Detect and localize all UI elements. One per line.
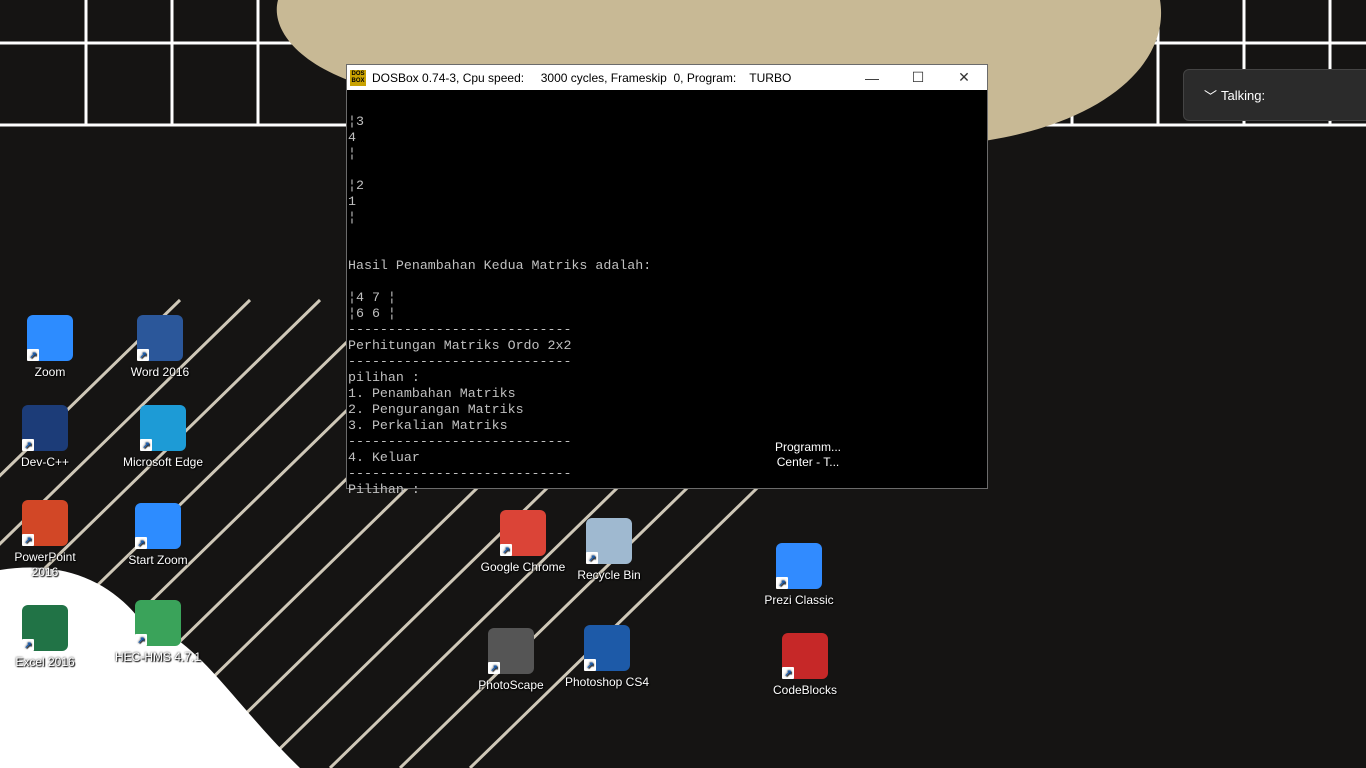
talking-indicator[interactable]: ﹀ Talking: bbox=[1183, 69, 1366, 121]
desktop-icon-label: Zoom bbox=[34, 365, 66, 379]
desktop-icon[interactable]: Zoom bbox=[5, 315, 95, 380]
terminal-line: 2. Pengurangan Matriks bbox=[348, 402, 524, 417]
desktop-icon[interactable]: Prezi Classic bbox=[754, 543, 844, 608]
terminal-line: ¦ bbox=[348, 210, 356, 225]
desktop-icon[interactable]: Photoshop CS4 bbox=[562, 625, 652, 690]
desktop-icon-label: Start Zoom bbox=[128, 553, 188, 567]
desktop-icon-label: CodeBlocks bbox=[772, 683, 838, 697]
terminal-line: 1 bbox=[348, 194, 356, 209]
terminal-line: ¦3 bbox=[348, 114, 364, 129]
terminal-line: ---------------------------- bbox=[348, 434, 572, 449]
prezi-icon bbox=[776, 543, 822, 589]
terminal-line: 1. Penambahan Matriks bbox=[348, 386, 516, 401]
dosbox-icon: DOS BOX bbox=[350, 69, 366, 86]
desktop-icon[interactable]: HEC-HMS 4.7.1 bbox=[113, 600, 203, 665]
desktop-icon-label: HEC-HMS 4.7.1 bbox=[114, 650, 202, 664]
terminal-line: ---------------------------- bbox=[348, 322, 572, 337]
desktop-icon-label: Prezi Classic bbox=[764, 593, 834, 607]
desktop-icon-label: Recycle Bin bbox=[577, 568, 641, 582]
desktop-icon-label: Dev-C++ bbox=[20, 455, 70, 469]
devcpp-icon bbox=[22, 405, 68, 451]
photoscape-icon bbox=[488, 628, 534, 674]
terminal-output[interactable]: ¦3 4 ¦ ¦2 1 ¦ Hasil Penambahan Kedua Matriks a… bbox=[347, 90, 987, 498]
terminal-line: ¦4 7 ¦ bbox=[348, 290, 396, 305]
desktop-icon[interactable]: Excel 2016 bbox=[0, 605, 90, 670]
desktop-icon[interactable]: PowerPoint 2016 bbox=[0, 500, 90, 580]
excel-icon bbox=[22, 605, 68, 651]
desktop-icon[interactable]: Recycle Bin bbox=[564, 518, 654, 583]
desktop-icon-label: PhotoScape bbox=[478, 678, 544, 692]
title-bar[interactable]: DOS BOX DOSBox 0.74-3, Cpu speed: 3000 cy… bbox=[347, 65, 987, 90]
powerpoint-icon bbox=[22, 500, 68, 546]
terminal-line: ¦2 bbox=[348, 178, 364, 193]
window-title: DOSBox 0.74-3, Cpu speed: 3000 cycles, F… bbox=[372, 70, 792, 85]
terminal-line: ¦6 6 ¦ bbox=[348, 306, 396, 321]
zoom-icon bbox=[27, 315, 73, 361]
desktop-icon[interactable]: Word 2016 bbox=[115, 315, 205, 380]
desktop-icon[interactable]: Start Zoom bbox=[113, 503, 203, 568]
terminal-line: 3. Perkalian Matriks bbox=[348, 418, 508, 433]
talking-label: Talking: bbox=[1221, 87, 1266, 103]
terminal-line: pilihan : bbox=[348, 370, 420, 385]
terminal-line: Hasil Penambahan Kedua Matriks adalah: bbox=[348, 258, 652, 273]
codeblocks-icon bbox=[782, 633, 828, 679]
word-icon bbox=[137, 315, 183, 361]
terminal-line: ---------------------------- bbox=[348, 466, 572, 481]
desktop-icon[interactable]: Programm... Center - T... bbox=[763, 440, 853, 470]
close-button[interactable]: ✕ bbox=[941, 65, 987, 90]
desktop-icon[interactable]: Google Chrome bbox=[478, 510, 568, 575]
maximize-button[interactable]: ☐ bbox=[895, 65, 941, 90]
desktop-icon-label: Photoshop CS4 bbox=[564, 675, 650, 689]
desktop-icon-label: Microsoft Edge bbox=[122, 455, 204, 469]
hec-hms-icon bbox=[135, 600, 181, 646]
desktop-icon-label: Excel 2016 bbox=[15, 655, 75, 669]
desktop-icon-label: PowerPoint 2016 bbox=[14, 550, 76, 579]
terminal-line: 4. Keluar bbox=[348, 450, 420, 465]
desktop-icon-label: Google Chrome bbox=[480, 560, 566, 574]
terminal-line: Pilihan : bbox=[348, 482, 420, 497]
dosbox-window[interactable]: DOS BOX DOSBox 0.74-3, Cpu speed: 3000 cy… bbox=[346, 64, 988, 497]
chrome-icon bbox=[500, 510, 546, 556]
desktop-icon[interactable]: CodeBlocks bbox=[760, 633, 850, 698]
desktop-icon-label: Word 2016 bbox=[130, 365, 190, 379]
terminal-line: ¦ bbox=[348, 146, 356, 161]
edge-icon bbox=[140, 405, 186, 451]
zoom-icon bbox=[135, 503, 181, 549]
recycle-bin-icon bbox=[586, 518, 632, 564]
photoshop-icon bbox=[584, 625, 630, 671]
desktop-icon[interactable]: PhotoScape bbox=[466, 628, 556, 693]
minimize-button[interactable]: — bbox=[849, 65, 895, 90]
terminal-line: 4 bbox=[348, 130, 356, 145]
chevron-down-icon: ﹀ bbox=[1204, 88, 1218, 104]
desktop-icon[interactable]: Microsoft Edge bbox=[118, 405, 208, 470]
desktop-icon-label: Programm... Center - T... bbox=[774, 440, 841, 469]
desktop-icon[interactable]: Dev-C++ bbox=[0, 405, 90, 470]
terminal-line: ---------------------------- bbox=[348, 354, 572, 369]
terminal-line: Perhitungan Matriks Ordo 2x2 bbox=[348, 338, 572, 353]
